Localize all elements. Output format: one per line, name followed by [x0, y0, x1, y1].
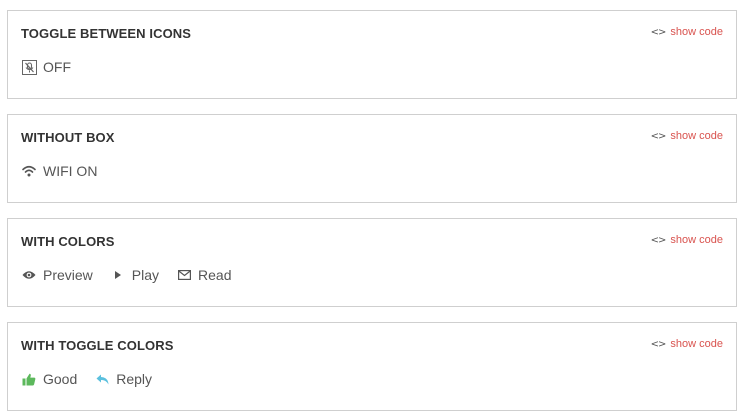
panel-title: TOGGLE BETWEEN ICONS [21, 26, 192, 41]
show-code-link[interactable]: <> show code [651, 26, 723, 38]
mail-icon [176, 267, 192, 283]
panel-toggle-between-icons: TOGGLE BETWEEN ICONS <> show code OFF [7, 10, 737, 99]
play-button[interactable]: Play [110, 267, 159, 283]
panel-title: WITHOUT BOX [21, 130, 115, 145]
reply-button[interactable]: Reply [94, 371, 152, 387]
toggle-wifi-label: WIFI ON [43, 163, 98, 179]
read-label: Read [198, 267, 232, 283]
read-button[interactable]: Read [176, 267, 232, 283]
toggle-mic-button[interactable]: OFF [21, 59, 71, 75]
toggle-mic-label: OFF [43, 59, 71, 75]
code-icon: <> [650, 234, 667, 246]
show-code-label: show code [670, 26, 723, 38]
code-icon: <> [650, 26, 667, 38]
show-code-link[interactable]: <> show code [651, 130, 723, 142]
thumbs-up-icon [21, 371, 37, 387]
show-code-label: show code [670, 338, 723, 350]
preview-button[interactable]: Preview [21, 267, 93, 283]
panel-without-box: WITHOUT BOX <> show code WIFI ON [7, 114, 737, 203]
show-code-link[interactable]: <> show code [651, 234, 723, 246]
panel-title: WITH TOGGLE COLORS [21, 338, 174, 353]
play-icon [110, 267, 126, 283]
eye-icon [21, 267, 37, 283]
show-code-link[interactable]: <> show code [651, 338, 723, 350]
panel-with-toggle-colors: WITH TOGGLE COLORS <> show code Good Rep… [7, 322, 737, 411]
wifi-icon [21, 163, 37, 179]
mic-off-boxed-icon [21, 59, 37, 75]
preview-label: Preview [43, 267, 93, 283]
show-code-label: show code [670, 234, 723, 246]
play-label: Play [131, 267, 160, 283]
panel-with-colors: WITH COLORS <> show code Preview Play Re… [7, 218, 737, 307]
code-icon: <> [650, 130, 667, 142]
panel-title: WITH COLORS [21, 234, 115, 249]
good-button[interactable]: Good [21, 371, 77, 387]
toggle-wifi-button[interactable]: WIFI ON [21, 163, 97, 179]
show-code-label: show code [670, 130, 723, 142]
reply-icon [94, 371, 110, 387]
reply-label: Reply [116, 371, 153, 387]
good-label: Good [43, 371, 78, 387]
code-icon: <> [650, 338, 667, 350]
